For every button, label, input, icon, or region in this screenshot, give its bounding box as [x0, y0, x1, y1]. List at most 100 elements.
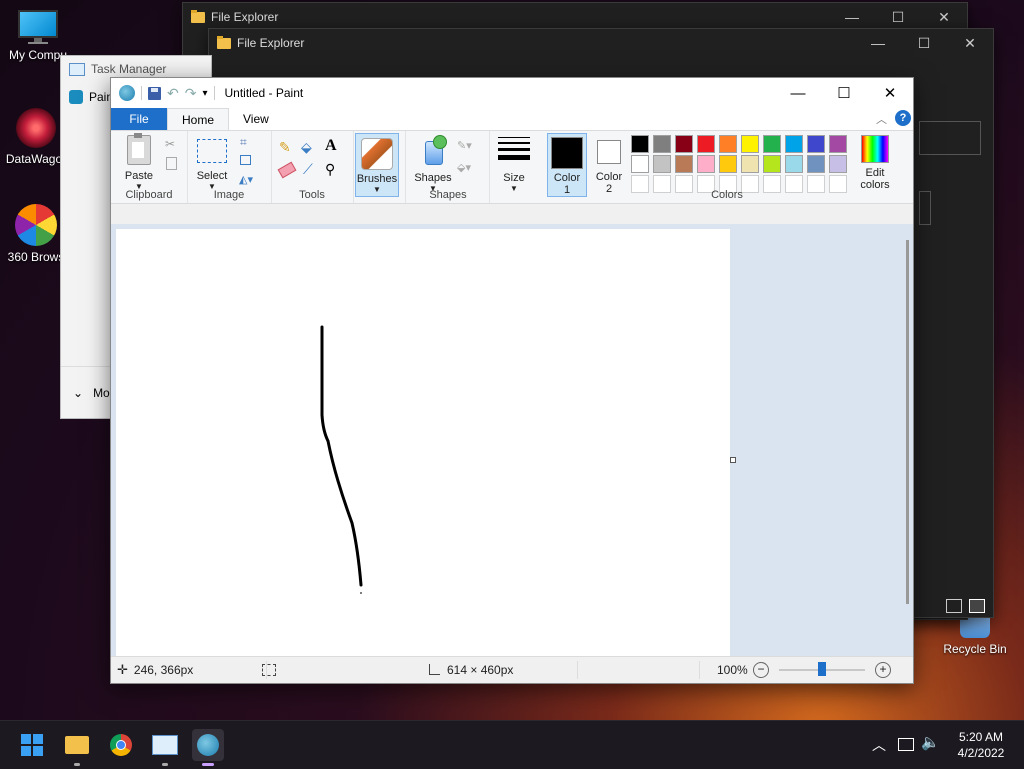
palette-swatch[interactable]	[829, 155, 847, 173]
palette-swatch[interactable]	[829, 135, 847, 153]
palette-swatch[interactable]	[675, 135, 693, 153]
volume-icon[interactable]: 🔈	[921, 733, 940, 751]
close-button[interactable]: ✕	[867, 78, 913, 108]
minimize-button[interactable]: —	[855, 29, 901, 57]
palette-swatch[interactable]	[631, 155, 649, 173]
start-button[interactable]	[16, 729, 48, 761]
drawing-canvas[interactable]	[116, 229, 730, 656]
cut-icon[interactable]: ✂	[165, 137, 175, 151]
explorer-field[interactable]	[919, 191, 931, 225]
minimize-ribbon-icon[interactable]: ︿	[876, 111, 887, 127]
shapes-label: Shapes	[414, 172, 452, 184]
palette-swatch[interactable]	[741, 155, 759, 173]
paint-window[interactable]: ↶ ↷ ▾ Untitled - Paint — ☐ ✕ File Home V…	[110, 77, 914, 684]
details-view-icon[interactable]	[946, 599, 962, 613]
clipboard-icon	[127, 133, 151, 165]
palette-swatch[interactable]	[697, 135, 715, 153]
color-picker-icon[interactable]: ⟋	[303, 161, 313, 178]
paint-app-icon[interactable]	[119, 85, 135, 101]
window-title: File Explorer	[211, 10, 279, 24]
text-icon[interactable]: A	[325, 137, 337, 155]
crop-icon[interactable]: ⌗	[240, 135, 247, 150]
zoom-slider-thumb[interactable]	[818, 662, 826, 676]
paste-button[interactable]: Paste ▼	[119, 133, 159, 191]
edit-colors-button[interactable]: Edit colors	[855, 133, 895, 191]
color2-swatch	[597, 140, 621, 164]
zoom-in-button[interactable]: +	[875, 662, 891, 678]
task-manager-taskbar-button[interactable]	[149, 729, 181, 766]
select-button[interactable]: Select ▼	[195, 139, 229, 191]
resize-icon[interactable]	[240, 155, 251, 165]
explorer-field[interactable]	[919, 121, 981, 155]
vertical-scrollbar[interactable]	[906, 240, 909, 604]
minimize-button[interactable]: —	[775, 78, 821, 108]
canvas-resize-handle-right[interactable]	[730, 457, 736, 463]
pencil-icon[interactable]: ✎	[279, 139, 291, 156]
palette-swatch[interactable]	[631, 135, 649, 153]
palette-swatch[interactable]	[763, 135, 781, 153]
palette-swatch[interactable]	[785, 155, 803, 173]
copy-icon[interactable]	[166, 157, 177, 170]
size-dropdown-icon: ▼	[510, 184, 518, 193]
title-bar[interactable]: ↶ ↷ ▾ Untitled - Paint — ☐ ✕	[111, 78, 913, 108]
palette-swatch[interactable]	[741, 135, 759, 153]
size-label: Size	[503, 172, 525, 184]
chrome-taskbar-button[interactable]	[105, 729, 137, 761]
zoom-slider[interactable]	[779, 662, 865, 676]
maximize-button[interactable]: ☐	[901, 29, 947, 57]
magnifier-icon[interactable]: ⚲	[325, 161, 335, 178]
fill-icon[interactable]: ⬙▾	[457, 161, 471, 174]
color1-button[interactable]: Color 1	[547, 133, 587, 197]
size-button[interactable]: Size ▼	[495, 135, 533, 193]
zoom-out-button[interactable]: −	[753, 662, 769, 678]
rotate-icon[interactable]: ◭▾	[239, 173, 253, 186]
tools-group: ✎ ⬙ A ⟋ ⚲ Tools	[271, 131, 354, 203]
canvas-workspace[interactable]	[111, 224, 913, 656]
eraser-icon[interactable]	[277, 161, 297, 179]
palette-swatch[interactable]	[719, 135, 737, 153]
palette-swatch[interactable]	[719, 155, 737, 173]
tab-home[interactable]: Home	[167, 108, 230, 130]
color2-button[interactable]: Color 2	[589, 133, 629, 197]
status-bar: ✛ 246, 366px 614 × 460px 100% − +	[111, 656, 913, 683]
palette-swatch[interactable]	[763, 155, 781, 173]
maximize-button[interactable]: ☐	[875, 3, 921, 31]
network-icon[interactable]	[898, 738, 914, 751]
paint-taskbar-button[interactable]	[192, 729, 224, 766]
paint-icon	[197, 734, 219, 756]
edit-colors-label: Edit	[865, 167, 885, 179]
close-button[interactable]: ✕	[921, 3, 967, 31]
shapes-group: Shapes ▼ ✎▾ ⬙▾ Shapes	[407, 131, 490, 203]
minimize-button[interactable]: —	[829, 3, 875, 31]
selection-size-icon	[261, 664, 276, 676]
help-icon[interactable]: ?	[895, 110, 911, 126]
palette-swatch[interactable]	[675, 155, 693, 173]
undo-icon[interactable]: ↶	[167, 85, 179, 102]
clock[interactable]: 5:20 AM 4/2/2022	[948, 729, 1014, 761]
palette-swatch[interactable]	[785, 135, 803, 153]
maximize-button[interactable]: ☐	[821, 78, 867, 108]
palette-swatch[interactable]	[807, 155, 825, 173]
shapes-button[interactable]: Shapes ▼	[413, 135, 453, 193]
chrome-icon	[110, 734, 132, 756]
tab-view[interactable]: View	[229, 108, 283, 130]
palette-swatch[interactable]	[807, 135, 825, 153]
save-icon[interactable]	[148, 86, 161, 100]
redo-icon[interactable]: ↷	[185, 85, 197, 102]
large-icons-view-icon[interactable]	[969, 599, 985, 613]
customize-quick-access-icon[interactable]: ▾	[202, 88, 207, 99]
palette-swatch[interactable]	[697, 155, 715, 173]
tab-file[interactable]: File	[111, 108, 167, 130]
shapes-group-label: Shapes	[429, 189, 467, 201]
tools-group-label: Tools	[299, 189, 325, 201]
file-explorer-taskbar-button[interactable]	[61, 729, 93, 766]
fill-bucket-icon[interactable]: ⬙	[301, 139, 312, 156]
window-title: Task Manager	[91, 62, 167, 76]
color1-swatch	[551, 137, 583, 169]
taskbar: ︿ 🔈 5:20 AM 4/2/2022	[0, 720, 1024, 769]
palette-swatch[interactable]	[653, 155, 671, 173]
close-button[interactable]: ✕	[947, 29, 993, 57]
show-hidden-icons-button[interactable]: ︿	[872, 735, 886, 755]
outline-icon[interactable]: ✎▾	[457, 139, 472, 152]
palette-swatch[interactable]	[653, 135, 671, 153]
